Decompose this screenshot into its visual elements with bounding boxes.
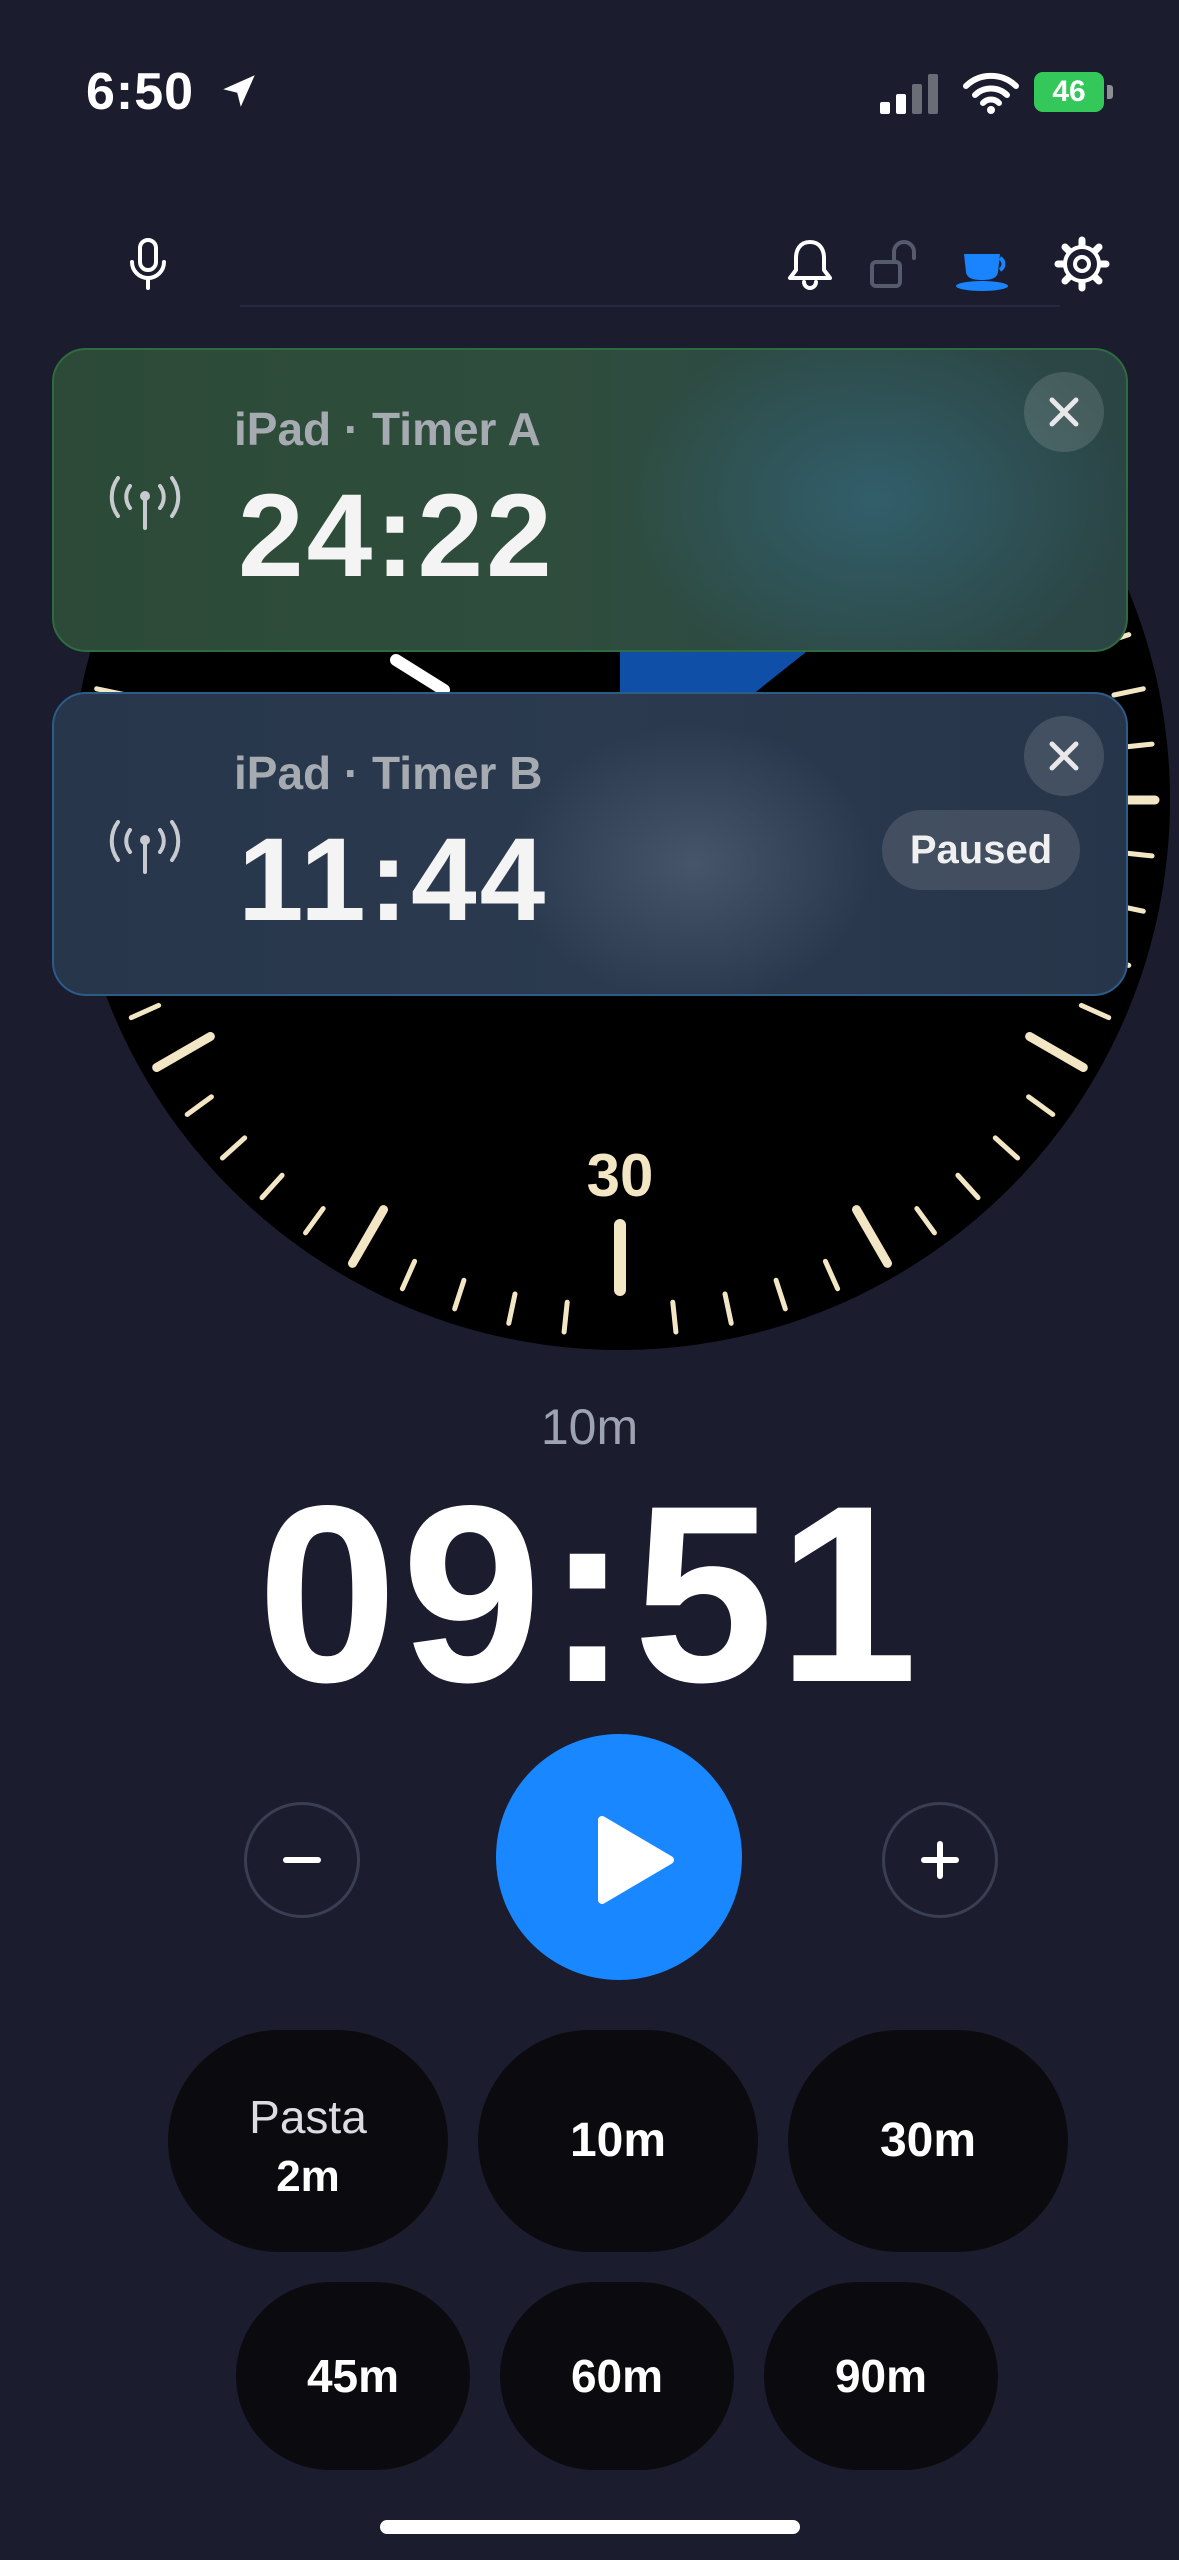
main-timer-display: 09:51: [257, 1454, 922, 1735]
status-time: 6:50: [86, 63, 195, 121]
gear-icon[interactable]: [1052, 234, 1112, 294]
minus-icon: [283, 1857, 321, 1863]
preset-10m-button[interactable]: 10m: [478, 2030, 758, 2252]
live-timer-title: iPad · Timer B: [234, 747, 543, 799]
close-button[interactable]: [1024, 372, 1104, 452]
close-icon: [1049, 741, 1079, 771]
play-icon: [598, 1816, 674, 1904]
battery-level: 46: [1034, 72, 1104, 112]
coffee-cup-icon[interactable]: [954, 234, 1014, 294]
preset-45m-button[interactable]: 45m: [236, 2282, 470, 2470]
preset-30m-button[interactable]: 30m: [788, 2030, 1068, 2252]
preset-90m-button[interactable]: 90m: [764, 2282, 998, 2470]
antenna-icon: [109, 476, 181, 530]
decrease-time-button[interactable]: [244, 1802, 360, 1918]
live-timer-time: 24:22: [238, 470, 555, 602]
preset-time: 2m: [276, 2152, 340, 2201]
preset-pasta-button[interactable]: Pasta 2m: [168, 2030, 448, 2252]
preset-time: 30m: [879, 2114, 977, 2167]
plus-icon: [921, 1841, 959, 1879]
live-timer-title: iPad · Timer A: [234, 403, 541, 455]
bell-icon[interactable]: [780, 234, 840, 294]
home-indicator: [380, 2520, 800, 2534]
preset-time: 90m: [834, 2350, 928, 2402]
status-badge: Paused: [882, 810, 1080, 890]
preset-label: 10m: [540, 1399, 639, 1455]
dial-label: 30: [587, 1142, 654, 1209]
cellular-signal-icon: [880, 74, 938, 114]
preset-time: 60m: [570, 2350, 664, 2402]
location-arrow-icon: [223, 75, 255, 107]
preset-time: 45m: [306, 2350, 400, 2402]
increase-time-button[interactable]: [882, 1802, 998, 1918]
live-timer-card-a[interactable]: iPad · Timer A 24:22: [52, 348, 1128, 652]
unlock-icon[interactable]: [864, 234, 924, 294]
live-timer-time: 11:44: [238, 814, 549, 946]
preset-60m-button[interactable]: 60m: [500, 2282, 734, 2470]
microphone-icon[interactable]: [118, 234, 178, 294]
wifi-icon: [963, 72, 1019, 114]
antenna-icon: [109, 820, 181, 874]
preset-time: 10m: [569, 2114, 667, 2167]
close-icon: [1049, 397, 1079, 427]
dial-minor-tick: [670, 1299, 679, 1335]
battery-indicator: 46: [1034, 72, 1114, 112]
close-button[interactable]: [1024, 716, 1104, 796]
play-button[interactable]: [496, 1734, 742, 1980]
dial-minor-tick: [561, 1299, 570, 1335]
live-timer-card-b[interactable]: iPad · Timer B 11:44 Paused: [52, 692, 1128, 996]
toolbar-divider: [240, 305, 1060, 307]
preset-name: Pasta: [249, 2091, 367, 2143]
